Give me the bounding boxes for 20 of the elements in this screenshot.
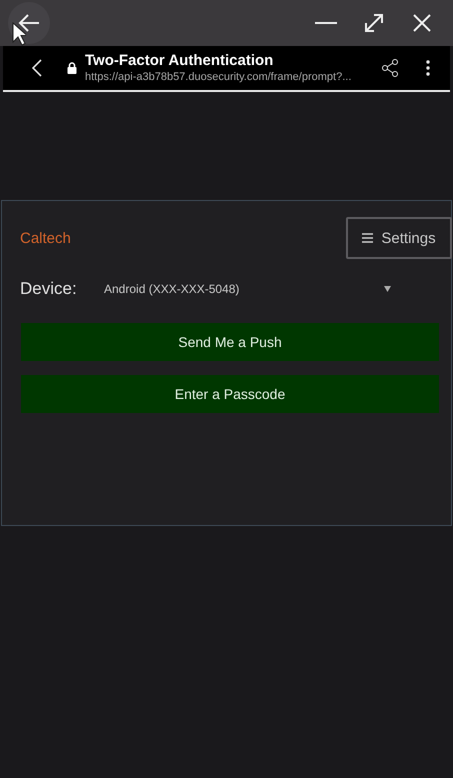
share-icon — [381, 58, 399, 78]
brand-logo: Caltech — [20, 230, 71, 246]
more-options-icon — [426, 60, 430, 76]
device-dropdown[interactable]: Android (XXX-XXX-5048) — [104, 282, 435, 296]
dropdown-caret-icon — [384, 286, 391, 292]
back-button[interactable] — [8, 2, 50, 44]
device-label: Device: — [20, 279, 78, 299]
action-button[interactable]: Send Me a Push — [21, 323, 439, 361]
settings-button[interactable]: Settings — [346, 217, 452, 259]
page-title: Two-Factor Authentication — [85, 52, 274, 70]
minimize-icon — [315, 21, 337, 25]
action-button[interactable]: Enter a Passcode — [21, 375, 439, 413]
mouse-cursor-icon — [12, 22, 26, 46]
back-arrow-icon — [17, 13, 41, 33]
close-icon — [413, 14, 431, 32]
chevron-left-icon — [32, 59, 42, 77]
maximize-icon — [364, 13, 384, 33]
lock-icon — [67, 62, 77, 74]
menu-icon — [362, 233, 374, 243]
page-url: https://api-a3b78b57.duosecurity.com/frame/prompt?... — [85, 70, 352, 84]
